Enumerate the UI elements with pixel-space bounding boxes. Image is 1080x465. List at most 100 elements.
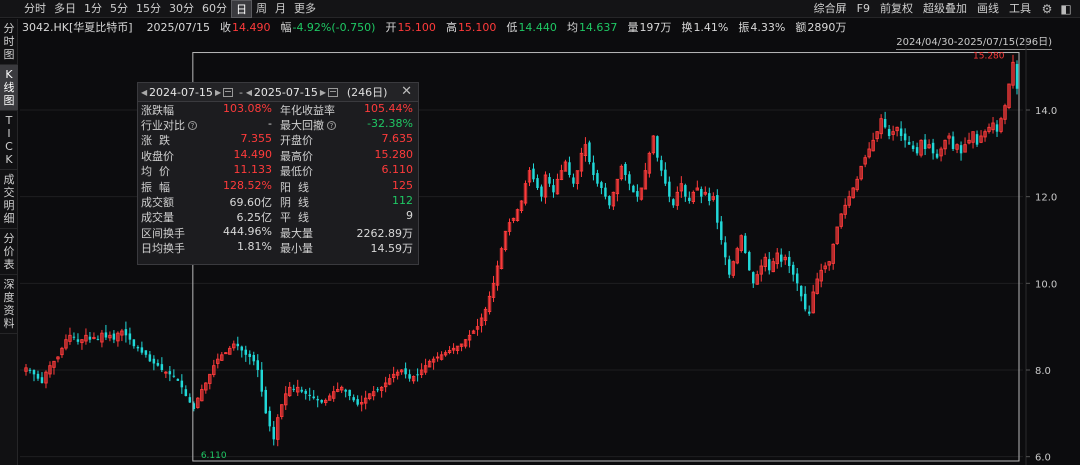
- end-next-arrow-icon[interactable]: ▶: [320, 88, 328, 97]
- candle-body: [72, 336, 76, 338]
- toolbar-menu-item[interactable]: 综合屏: [809, 0, 852, 18]
- candle-body: [312, 396, 315, 399]
- toolbar-menu-item[interactable]: 超级叠加: [918, 0, 972, 18]
- period-tab[interactable]: 分时: [20, 0, 50, 18]
- candle-body: [887, 128, 891, 136]
- quote-info-bar: 3042.HK[华夏比特币] 2025/07/15 收 14.490 幅 -4.…: [22, 19, 850, 35]
- candle-body: [636, 191, 639, 197]
- stat-value: 112: [392, 194, 413, 208]
- avg-label: 均: [566, 21, 578, 34]
- help-icon[interactable]: ?: [327, 121, 336, 131]
- start-prev-arrow-icon[interactable]: ◀: [141, 88, 149, 97]
- period-tab[interactable]: 5分: [106, 0, 132, 18]
- end-date[interactable]: 2025-07-15: [254, 86, 318, 99]
- toolbar-menu-item[interactable]: 前复权: [875, 0, 918, 18]
- toolbar-menu-item[interactable]: 工具: [1004, 0, 1036, 18]
- sidebar-tab[interactable]: 分价表: [0, 229, 18, 275]
- toolbar-menu-item[interactable]: F9: [852, 0, 875, 18]
- stat-cell: 涨跌幅 103.08%: [138, 102, 276, 118]
- turnover-value: 1.41%: [693, 20, 729, 34]
- settings-icon[interactable]: ⚙: [1039, 1, 1055, 17]
- sidebar-tab-char: T: [5, 114, 13, 127]
- stat-cell: 成交额 69.60亿: [138, 194, 276, 210]
- candle-body: [104, 332, 108, 338]
- stat-cell: 平 线 9: [276, 209, 416, 225]
- stat-label-text: 涨跌幅: [141, 103, 174, 117]
- period-tab[interactable]: 周: [252, 0, 271, 18]
- stat-label-text: 最大量: [280, 226, 313, 240]
- candle-body: [752, 272, 755, 284]
- candle-body: [799, 285, 803, 297]
- stat-cell: 最低价 6.110: [276, 163, 416, 179]
- period-tab[interactable]: 多日: [50, 0, 80, 18]
- period-tabs: 分时 多日 1分 5分 15分 30分 60分日周月更多: [0, 0, 320, 18]
- candle-body: [316, 398, 319, 401]
- sidebar-tab[interactable]: 成交明细: [0, 170, 18, 229]
- candle-body: [1015, 64, 1019, 89]
- sidebar-tab[interactable]: K线图: [0, 65, 18, 111]
- stat-value: 14.59万: [370, 242, 414, 256]
- candle-body: [76, 339, 80, 342]
- candle-body: [883, 119, 887, 128]
- panel-rows: 涨跌幅 103.08% 年化收益率 105.44% 行业对比? - 最大回撤? -32.38%…: [138, 102, 418, 256]
- end-calendar-icon[interactable]: [327, 87, 338, 97]
- stat-cell: 年化收益率 105.44%: [276, 102, 416, 118]
- start-next-arrow-icon[interactable]: ▶: [215, 88, 223, 97]
- candle-body: [112, 333, 116, 340]
- candle-body: [923, 139, 927, 149]
- period-tab[interactable]: 月: [271, 0, 290, 18]
- candle-body: [911, 145, 915, 149]
- stat-cell: 振 幅 128.52%: [138, 179, 276, 195]
- candle-body: [903, 133, 907, 141]
- candle-body: [172, 375, 176, 377]
- period-tab[interactable]: 日: [231, 0, 252, 18]
- date-separator: -: [238, 85, 243, 99]
- period-tab[interactable]: 1分: [80, 0, 106, 18]
- candle-body: [408, 374, 411, 379]
- stat-value: 1.81%: [237, 240, 272, 254]
- candle-body: [300, 389, 303, 392]
- range-stats-panel: ◀ 2024-07-15 ▶ - ◀ 2025-07-15 ▶ (246日) ✕…: [137, 82, 419, 265]
- help-icon[interactable]: ?: [188, 121, 197, 131]
- stat-label: 开盘价: [280, 132, 313, 148]
- candle-body: [168, 371, 172, 375]
- sidebar-tab-char: 线: [3, 81, 15, 94]
- stock-code: 3042.HK[华夏比特币]: [22, 21, 133, 34]
- candle-body: [795, 273, 799, 284]
- sidebar-tab-char: C: [5, 140, 13, 153]
- stat-label: 成交额: [141, 194, 174, 210]
- stat-value: 9: [406, 209, 413, 223]
- candle-body: [791, 264, 795, 275]
- stat-label: 阴 线: [280, 194, 309, 210]
- stat-value: 6.25亿: [236, 211, 273, 225]
- close-icon[interactable]: ✕: [401, 85, 412, 99]
- stat-label-text: 平 线: [280, 211, 309, 225]
- sidebar-tab-char: 成: [3, 173, 15, 186]
- sidebar-tab[interactable]: 分时图: [0, 19, 18, 65]
- start-calendar-icon[interactable]: [222, 87, 233, 97]
- period-tab[interactable]: 15分: [132, 0, 165, 18]
- y-tick-label: 10.0: [1035, 279, 1057, 290]
- candle-body: [951, 136, 955, 149]
- wechat-icon[interactable]: ◧: [1058, 1, 1074, 17]
- toolbar-menu-item[interactable]: 画线: [972, 0, 1004, 18]
- low-marker-label: 6.110: [201, 451, 227, 461]
- sidebar-tab[interactable]: TICK: [0, 111, 18, 170]
- stat-label: 最高价: [280, 148, 313, 164]
- sidebar-tab-char: 图: [3, 48, 15, 61]
- sidebar-tab-char: K: [5, 153, 13, 166]
- sidebar-tab-char: 交: [3, 186, 15, 199]
- period-tab[interactable]: 更多: [290, 0, 320, 18]
- stat-label: 均 价: [141, 163, 170, 179]
- candle-body: [152, 358, 156, 364]
- stat-cell: 最大量 2262.89万: [276, 225, 416, 241]
- candle-body: [136, 346, 140, 349]
- start-date[interactable]: 2024-07-15: [149, 86, 213, 99]
- end-prev-arrow-icon[interactable]: ◀: [246, 88, 254, 97]
- sidebar-tab[interactable]: 深度资料: [0, 275, 18, 334]
- period-tab[interactable]: 60分: [198, 0, 231, 18]
- volume-value: 197万: [639, 21, 672, 34]
- period-tab[interactable]: 30分: [165, 0, 198, 18]
- high-label: 高: [445, 21, 457, 34]
- candle-body: [304, 390, 307, 394]
